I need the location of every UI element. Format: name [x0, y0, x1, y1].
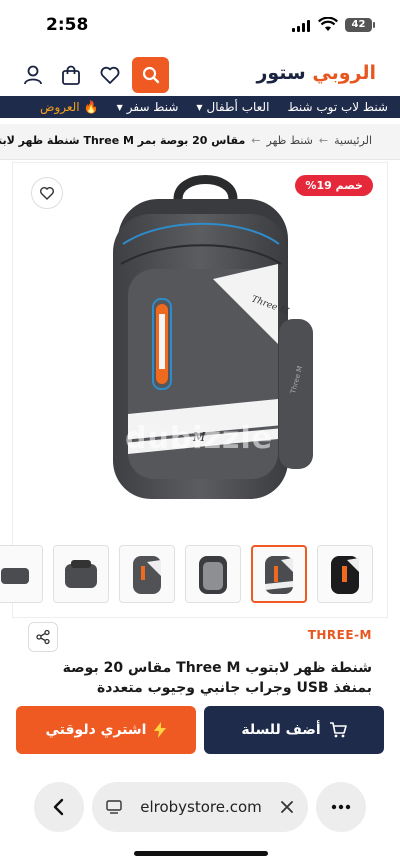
thumbnail[interactable] [185, 545, 241, 603]
buy-now-label: اشتري دلوقتي [45, 722, 147, 738]
thumbnail-strip [0, 545, 389, 603]
search-button[interactable] [132, 57, 169, 93]
breadcrumb: الرئيسية ← شنط ظهر ← شنطة ظهر لابتوب Thr… [0, 124, 400, 160]
breadcrumb-separator: ← [251, 134, 261, 147]
action-bar: أضف للسلة اشتري دلوقتي [0, 696, 400, 772]
nav-item-label: العاب أطفال [206, 100, 270, 114]
nav-item-laptop-bags[interactable]: شنط لاب توب شنط [287, 100, 388, 114]
thumbnail[interactable] [0, 545, 43, 603]
product-image[interactable]: Three M M Three M [83, 169, 323, 509]
site-header: الروبي ستور [0, 50, 400, 100]
more-icon [331, 804, 351, 810]
discount-badge: خصم 19% [295, 175, 373, 196]
clock: 2:58 [46, 15, 89, 35]
add-to-cart-button[interactable]: أضف للسلة [204, 706, 384, 754]
user-icon[interactable] [22, 64, 44, 86]
category-nav: 🔥 العروض شنط سفر ▼ العاب أطفال ▼ شنط لاب… [0, 96, 400, 118]
thumbnail[interactable] [53, 545, 109, 603]
share-button[interactable] [28, 622, 58, 652]
cart-icon[interactable] [60, 64, 82, 86]
nav-item-travel-bags[interactable]: شنط سفر ▼ [117, 100, 179, 114]
product-gallery: Three M M Three M dubizzle خصم 19% [0, 162, 389, 618]
close-icon[interactable] [280, 800, 294, 814]
wishlist-button[interactable] [31, 177, 63, 209]
nav-item-label: العروض [39, 100, 80, 114]
battery-icon: 42 [345, 18, 375, 32]
site-logo[interactable]: الروبي ستور [256, 62, 376, 84]
chevron-down-icon: ▼ [116, 102, 123, 112]
address-bar[interactable]: elrobystore.com [92, 782, 308, 832]
nav-item-kids-toys[interactable]: العاب أطفال ▼ [196, 100, 269, 114]
page-settings-icon[interactable] [106, 800, 122, 814]
thumbnail[interactable] [317, 545, 373, 603]
product-title: شنطة ظهر لابتوب Three M مقاس 20 بوصة بمن… [62, 660, 372, 696]
cellular-signal-icon [292, 20, 312, 32]
buy-now-button[interactable]: اشتري دلوقتي [16, 706, 196, 754]
url-text: elrobystore.com [140, 798, 262, 816]
add-to-cart-label: أضف للسلة [241, 722, 321, 738]
chevron-down-icon: ▼ [196, 102, 203, 112]
logo-text-secondary: ستور [256, 62, 306, 84]
logo-text-primary: الروبي [312, 62, 376, 84]
cart-icon [329, 722, 347, 738]
nav-item-label: شنط لاب توب شنط [287, 100, 388, 114]
share-icon [36, 629, 50, 645]
wifi-icon [318, 17, 338, 31]
nav-item-label: شنط سفر [126, 100, 179, 114]
product-brand[interactable]: THREE-M [308, 628, 372, 642]
nav-item-offers[interactable]: 🔥 العروض [40, 100, 99, 114]
breadcrumb-separator: ← [318, 134, 329, 147]
more-button[interactable] [316, 782, 366, 832]
thumbnail-active[interactable] [251, 545, 307, 603]
thumbnail[interactable] [119, 545, 175, 603]
heart-icon [40, 187, 54, 200]
search-icon [142, 66, 159, 84]
heart-icon[interactable] [99, 64, 121, 86]
breadcrumb-current: شنطة ظهر لابتوب Three M مقاس 20 بوصة بمر [0, 134, 246, 147]
home-indicator [134, 851, 268, 856]
back-button[interactable] [34, 782, 84, 832]
breadcrumb-category[interactable]: شنط ظهر [267, 134, 313, 147]
chevron-left-icon [53, 798, 64, 816]
fire-icon: 🔥 [83, 100, 99, 114]
breadcrumb-home[interactable]: الرئيسية [334, 134, 372, 147]
lightning-icon [154, 722, 167, 738]
status-bar: 2:58 42 [0, 0, 400, 50]
watermark: dubizzle [125, 421, 274, 456]
